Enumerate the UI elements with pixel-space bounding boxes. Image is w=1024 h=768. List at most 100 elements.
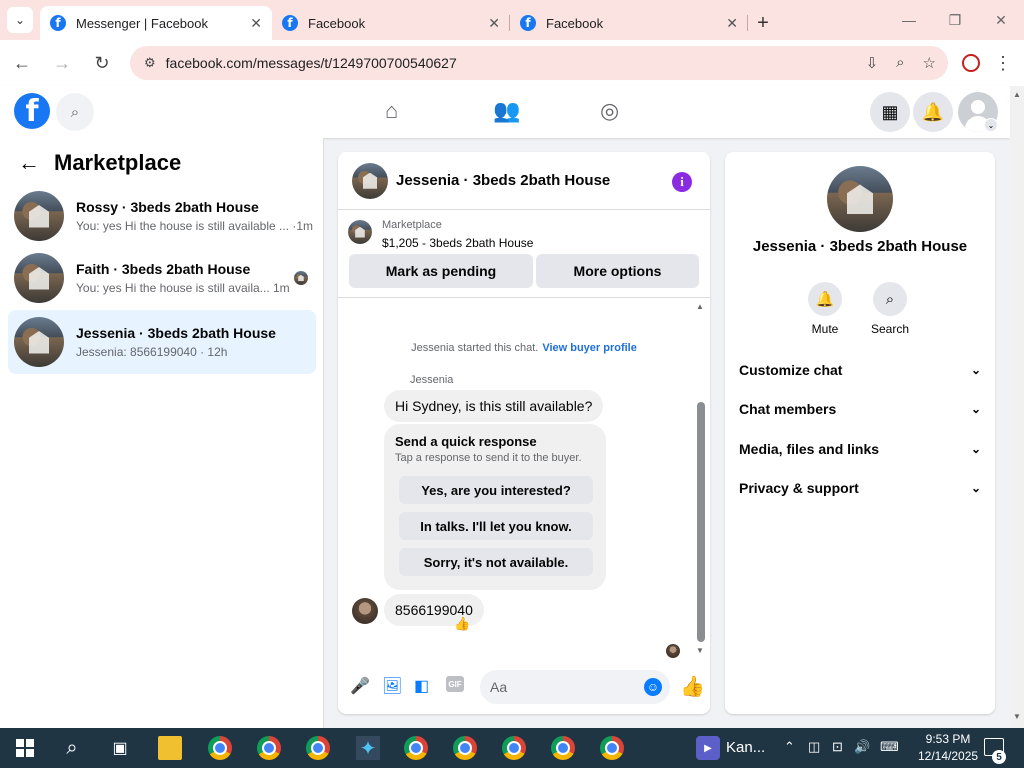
app-icon[interactable]: ✦ [356, 736, 380, 760]
photo-icon[interactable]: 🖼 [382, 676, 402, 696]
privacy-support-section[interactable]: Privacy & support ⌄ [739, 476, 981, 500]
chevron-down-icon[interactable]: ⌄ [971, 363, 981, 377]
minimize-icon[interactable]: — [886, 0, 932, 40]
clock-time: 9:53 PM [925, 732, 971, 746]
search-icon[interactable]: ⌕ [56, 93, 94, 131]
quick-response-button[interactable]: Yes, are you interested? [399, 476, 593, 504]
tab-facebook-2[interactable]: f Facebook ✕ [510, 6, 748, 40]
new-tab-button[interactable]: + [748, 6, 778, 40]
sticker-icon[interactable]: ◧ [414, 676, 429, 696]
scrollbar-thumb[interactable] [697, 402, 705, 642]
tray-chevron-icon[interactable]: ⌃ [784, 739, 795, 755]
mute-button[interactable]: 🔔 Mute [795, 282, 855, 336]
taskbar-clock[interactable]: 9:53 PM 12/14/2025 [918, 731, 978, 765]
scroll-up-icon[interactable]: ▲ [696, 302, 704, 311]
site-info-icon[interactable]: ⚙ [144, 55, 156, 71]
more-options-button[interactable]: More options [536, 254, 699, 288]
forward-icon[interactable]: → [44, 45, 80, 81]
scroll-down-icon[interactable]: ▼ [696, 646, 704, 655]
groups-icon[interactable]: ◎ [600, 98, 619, 124]
listing-thumbnail[interactable] [348, 220, 372, 244]
chrome-icon[interactable] [551, 736, 575, 760]
view-buyer-profile-link[interactable]: View buyer profile [542, 342, 637, 354]
customize-chat-section[interactable]: Customize chat ⌄ [739, 358, 981, 382]
tab-facebook-1[interactable]: f Facebook ✕ [272, 6, 510, 40]
zoom-icon[interactable]: ⌕ [896, 54, 904, 72]
close-icon[interactable]: ✕ [488, 15, 500, 32]
chrome-icon[interactable] [453, 736, 477, 760]
chrome-icon[interactable] [208, 736, 232, 760]
chevron-down-icon[interactable]: ⌄ [971, 402, 981, 416]
conversation-item-selected[interactable]: Jessenia · 3beds 2bath House Jessenia: 8… [8, 310, 316, 374]
chevron-down-icon[interactable]: ⌄ [984, 118, 998, 132]
close-icon[interactable]: ✕ [250, 15, 262, 32]
chrome-icon[interactable] [600, 736, 624, 760]
close-icon[interactable]: ✕ [726, 15, 738, 32]
tab-messenger[interactable]: f Messenger | Facebook ✕ [40, 6, 272, 40]
facebook-logo-icon[interactable]: f [14, 93, 50, 129]
gif-icon[interactable]: GIF [446, 676, 464, 692]
search-icon[interactable]: ⌕ [60, 736, 84, 760]
chrome-icon[interactable] [257, 736, 281, 760]
chevron-down-icon[interactable]: ⌄ [971, 442, 981, 456]
chrome-icon[interactable] [502, 736, 526, 760]
chat-title[interactable]: Jessenia · 3beds 2bath House [396, 172, 610, 189]
omnibox[interactable]: ⚙ facebook.com/messages/t/12497007005406… [130, 46, 948, 80]
search-button[interactable]: ⌕ Search [860, 282, 920, 336]
back-arrow-icon[interactable]: ← [18, 150, 40, 176]
chat-avatar[interactable] [352, 162, 388, 199]
tab-search[interactable]: ⌄ [0, 0, 40, 40]
panel-header: ← Marketplace [18, 150, 181, 176]
friends-icon[interactable]: 👥 [493, 98, 520, 124]
conversation-item[interactable]: Faith · 3beds 2bath House You: yes Hi th… [8, 246, 316, 310]
media-files-links-section[interactable]: Media, files and links ⌄ [739, 437, 981, 461]
home-icon[interactable]: ⌂ [385, 98, 398, 124]
task-view-icon[interactable]: ▣ [108, 736, 132, 760]
listing-price[interactable]: $1,205 - 3beds 2bath House [382, 236, 533, 250]
chevron-down-icon[interactable]: ⌄ [971, 481, 981, 495]
conversation-item[interactable]: Rossy · 3beds 2bath House You: yes Hi th… [8, 184, 316, 248]
taskbar-app-label[interactable]: Kan... [726, 739, 765, 756]
network-icon[interactable]: ⊡ [832, 739, 843, 755]
volume-icon[interactable]: 🔊 [854, 739, 870, 755]
profile-icon[interactable] [954, 46, 988, 80]
chrome-icon[interactable] [404, 736, 428, 760]
notifications-bell-icon[interactable]: 🔔 [913, 92, 953, 132]
media-app-icon[interactable]: ▶ [696, 736, 720, 760]
bookmark-star-icon[interactable]: ☆ [923, 54, 936, 72]
buyer-avatar[interactable] [352, 598, 378, 624]
menu-grid-icon[interactable]: ▦ [870, 92, 910, 132]
search-icon[interactable]: ⌕ [873, 282, 907, 316]
thumbs-up-reaction-icon[interactable]: 👍 [454, 616, 470, 632]
microphone-icon[interactable]: 🎤 [350, 676, 370, 696]
chat-members-section[interactable]: Chat members ⌄ [739, 397, 981, 421]
scroll-up-icon[interactable]: ▲ [1013, 90, 1021, 99]
search-label: Search [870, 322, 910, 336]
emoji-icon[interactable]: ☺ [644, 678, 662, 696]
scroll-down-icon[interactable]: ▼ [1013, 712, 1021, 721]
page-scrollbar[interactable]: ▲ ▼ [1010, 86, 1024, 728]
keyboard-icon[interactable]: ⌨ [880, 739, 899, 755]
kebab-menu-icon[interactable]: ⋮ [988, 53, 1018, 74]
mark-as-pending-button[interactable]: Mark as pending [349, 254, 533, 288]
message-input[interactable]: Aa [480, 670, 670, 704]
restore-icon[interactable]: ❐ [932, 0, 978, 40]
file-explorer-icon[interactable] [158, 736, 182, 760]
thumbs-up-send-icon[interactable]: 👍 [680, 674, 705, 699]
camera-icon[interactable]: ◫ [808, 739, 820, 755]
back-icon[interactable]: ← [4, 45, 40, 81]
close-window-icon[interactable]: ✕ [978, 0, 1024, 40]
reload-icon[interactable]: ↻ [84, 45, 120, 81]
windows-taskbar: ⌕ ▣ ✦ ▶ Kan... ⌃ ◫ ⊡ 🔊 ⌨ 9:53 PM 12/14/2… [0, 728, 1024, 768]
chrome-icon[interactable] [306, 736, 330, 760]
chevron-down-icon[interactable]: ⌄ [7, 7, 33, 33]
quick-response-button[interactable]: In talks. I'll let you know. [399, 512, 593, 540]
section-label: Customize chat [739, 362, 843, 378]
install-app-icon[interactable]: ⇩ [866, 54, 879, 72]
info-icon[interactable]: i [672, 172, 692, 192]
quick-response-button[interactable]: Sorry, it's not available. [399, 548, 593, 576]
bell-icon[interactable]: 🔔 [808, 282, 842, 316]
windows-start-icon[interactable] [13, 736, 37, 760]
url-text[interactable]: facebook.com/messages/t/1249700700540627 [166, 55, 457, 71]
seen-avatar [294, 271, 308, 285]
